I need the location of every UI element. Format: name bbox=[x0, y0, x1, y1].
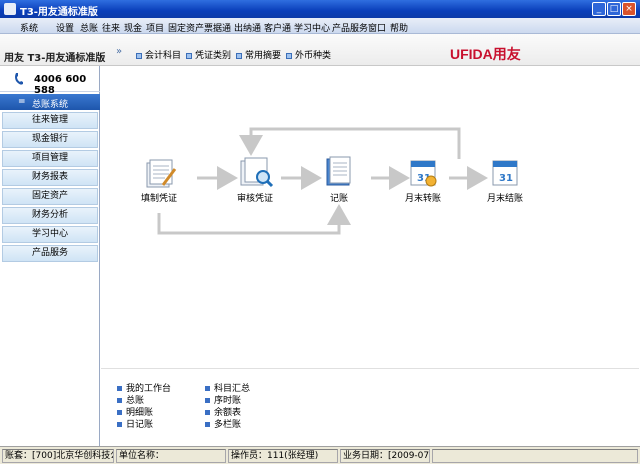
sidebar-item-analysis[interactable]: 财务分析 bbox=[2, 207, 98, 224]
status-date: 业务日期：[2009-07-07] bbox=[340, 449, 430, 463]
link-journal[interactable]: 日记账 bbox=[117, 417, 153, 430]
menu-project[interactable]: 项目 bbox=[146, 21, 164, 34]
menu-system[interactable]: 系统 bbox=[20, 21, 38, 34]
maximize-button[interactable]: □ bbox=[607, 2, 621, 16]
bullet-icon bbox=[117, 410, 122, 415]
fill-voucher-icon bbox=[146, 159, 177, 188]
menu-fixed-assets[interactable]: 固定资产 bbox=[168, 21, 204, 34]
bullet-icon bbox=[205, 410, 210, 415]
review-voucher-icon bbox=[240, 157, 274, 188]
toolbar-common-summary[interactable]: 常用摘要 bbox=[236, 48, 281, 61]
window-title: T3-用友通标准版 bbox=[20, 7, 98, 18]
toolbar: 用友 T3-用友通标准版 » 会计科目 凭证类别 常用摘要 外币种类 UFIDA… bbox=[0, 34, 640, 66]
section-ledger-system[interactable]: = 总账系统 bbox=[0, 94, 100, 110]
status-unit: 单位名称： bbox=[116, 449, 226, 463]
month-end-transfer-icon: 31 bbox=[410, 160, 437, 187]
bullet-icon bbox=[236, 53, 242, 59]
menu-bills[interactable]: 票据通 bbox=[204, 21, 231, 34]
arrow-fill-to-post-loop bbox=[157, 204, 351, 235]
minimize-button[interactable]: _ bbox=[592, 2, 606, 16]
bullet-icon bbox=[117, 386, 122, 391]
bullet-icon bbox=[117, 422, 122, 427]
menu-cashier[interactable]: 出纳通 bbox=[234, 21, 261, 34]
bullet-icon bbox=[286, 53, 292, 59]
title-bar: T3-用友通标准版 _ □ × bbox=[0, 0, 640, 18]
status-operator: 操作员：111(张经理) bbox=[228, 449, 338, 463]
sidebar-item-transactions[interactable]: 往来管理 bbox=[2, 112, 98, 129]
toolbar-accounts[interactable]: 会计科目 bbox=[136, 48, 181, 61]
collapse-icon: = bbox=[18, 97, 26, 107]
hotline-number: 4006 600 588 bbox=[34, 74, 87, 96]
sidebar-item-reports[interactable]: 财务报表 bbox=[2, 169, 98, 186]
workflow-diagram: 31 31 bbox=[146, 127, 518, 235]
hotline: 4006 600 588 bbox=[0, 66, 100, 96]
expand-chevron-icon[interactable]: » bbox=[116, 46, 122, 57]
toolbar-currency[interactable]: 外币种类 bbox=[286, 48, 331, 61]
menu-learning[interactable]: 学习中心 bbox=[294, 21, 330, 34]
quick-links: 我的工作台 总账 明细账 日记账 科目汇总 序时账 余额表 多栏账 bbox=[101, 368, 639, 446]
node-review-voucher[interactable]: 审核凭证 bbox=[220, 191, 290, 204]
link-multi-column-ledger[interactable]: 多栏账 bbox=[205, 417, 241, 430]
menu-ledger[interactable]: 总账 bbox=[80, 21, 98, 34]
status-account: 账套：[700]北京华创科技公司 bbox=[2, 449, 114, 463]
phone-icon bbox=[15, 73, 23, 85]
bullet-icon bbox=[205, 422, 210, 427]
node-month-end-close[interactable]: 月末结账 bbox=[470, 191, 540, 204]
app-icon bbox=[4, 3, 16, 15]
close-button[interactable]: × bbox=[622, 2, 636, 16]
node-post-ledger[interactable]: 记账 bbox=[304, 191, 374, 204]
arrow-transfer-to-review-loop bbox=[239, 127, 461, 159]
bullet-icon bbox=[205, 398, 210, 403]
sidebar-item-product-service[interactable]: 产品服务 bbox=[2, 245, 98, 262]
status-bar: 账套：[700]北京华创科技公司 单位名称： 操作员：111(张经理) 业务日期… bbox=[0, 446, 640, 464]
sidebar-item-fixed-assets[interactable]: 固定资产 bbox=[2, 188, 98, 205]
menu-window[interactable]: 窗口 bbox=[368, 21, 386, 34]
bullet-icon bbox=[205, 386, 210, 391]
bullet-icon bbox=[136, 53, 142, 59]
menu-settings[interactable]: 设置 bbox=[56, 21, 74, 34]
sidebar-item-cash-bank[interactable]: 现金银行 bbox=[2, 131, 98, 148]
node-month-end-transfer[interactable]: 月末转账 bbox=[388, 191, 458, 204]
sidebar-item-projects[interactable]: 项目管理 bbox=[2, 150, 98, 167]
sidebar-item-learning[interactable]: 学习中心 bbox=[2, 226, 98, 243]
menu-help[interactable]: 帮助 bbox=[390, 21, 408, 34]
brand-title: 用友 T3-用友通标准版 bbox=[4, 53, 106, 64]
svg-text:31: 31 bbox=[499, 173, 513, 184]
sidebar: 4006 600 588 = 总账系统 往来管理 现金银行 项目管理 财务报表 … bbox=[0, 66, 100, 446]
menu-cash[interactable]: 现金 bbox=[124, 21, 142, 34]
menu-customer[interactable]: 客户通 bbox=[264, 21, 291, 34]
node-fill-voucher[interactable]: 填制凭证 bbox=[124, 191, 194, 204]
workflow-area: 31 31 填制凭证 审核凭证 记账 月末转账 月末结账 bbox=[101, 67, 639, 367]
bullet-icon bbox=[186, 53, 192, 59]
status-empty bbox=[432, 449, 638, 463]
menu-bar: 系统 设置 总账 往来 现金 项目 固定资产 票据通 出纳通 客户通 学习中心 … bbox=[0, 18, 640, 34]
ufida-logo: UFIDA用友 bbox=[450, 46, 521, 62]
bullet-icon bbox=[117, 398, 122, 403]
menu-product-service[interactable]: 产品服务 bbox=[332, 21, 368, 34]
post-ledger-icon bbox=[326, 156, 351, 186]
menu-transactions[interactable]: 往来 bbox=[102, 21, 120, 34]
toolbar-voucher-types[interactable]: 凭证类别 bbox=[186, 48, 231, 61]
month-end-close-icon: 31 bbox=[492, 160, 518, 186]
